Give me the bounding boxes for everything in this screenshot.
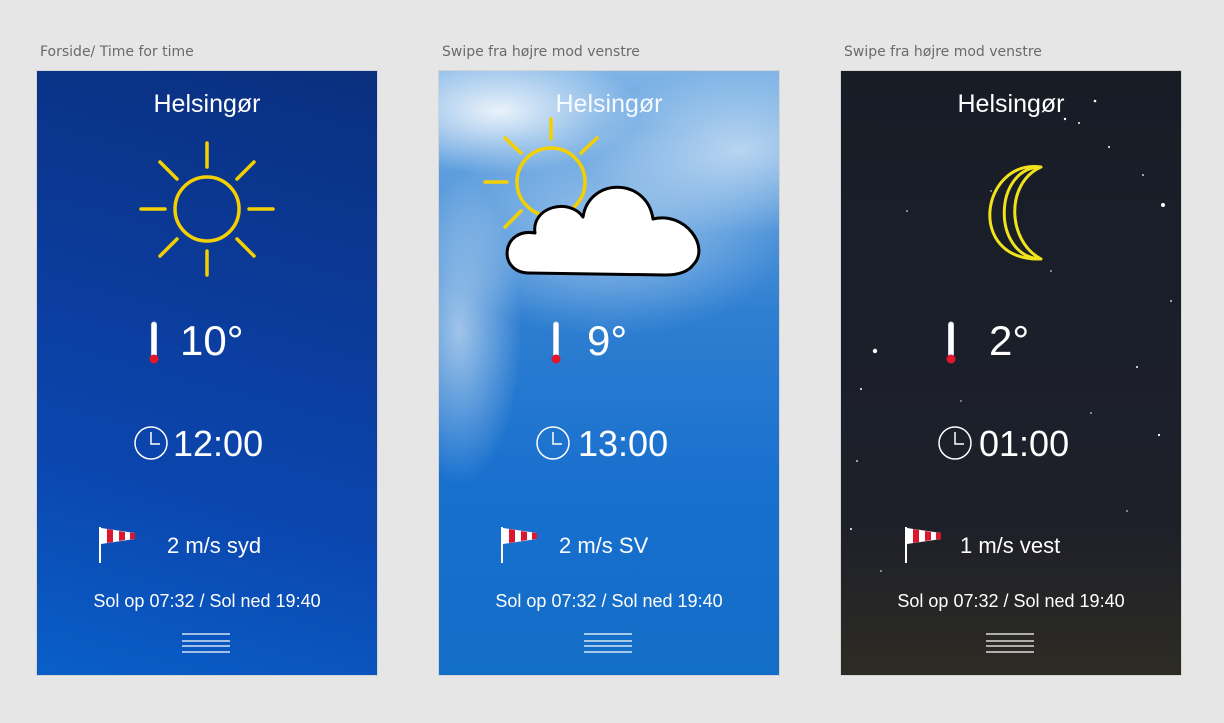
windsock-icon — [99, 527, 135, 563]
wind-value: 2 m/s SV — [559, 533, 649, 558]
sun-icon — [139, 141, 275, 277]
temperature-value: 9° — [587, 317, 628, 364]
time-row: 13:00 — [439, 421, 779, 469]
temperature-value: 10° — [180, 317, 244, 364]
temperature-row: 2° — [841, 317, 1181, 369]
clock-icon — [134, 426, 168, 460]
city-name: Helsingør — [957, 90, 1065, 118]
artboard-label-swipe-2: Swipe fra højre mod venstre — [844, 44, 1042, 60]
time-row: 01:00 — [841, 421, 1181, 469]
city-name: Helsingør — [153, 90, 261, 118]
menu-icon[interactable] — [583, 632, 633, 654]
temperature-row: 10° — [37, 317, 377, 369]
weather-screen-cloudy[interactable]: Helsingør 9° 13:00 2 m/s SV Sol op 07:32… — [439, 71, 779, 675]
moon-icon — [988, 165, 1043, 261]
time-row: 12:00 — [37, 421, 377, 469]
wind-row: 1 m/s vest — [841, 523, 1181, 567]
time-value: 13:00 — [578, 423, 669, 464]
sunrise-sunset: Sol op 07:32 / Sol ned 19:40 — [495, 591, 723, 611]
windsock-icon — [905, 527, 941, 563]
weather-screen-night[interactable]: Helsingør 2° 01:00 1 m/s vest Sol op 07:… — [841, 71, 1181, 675]
clock-icon — [536, 426, 570, 460]
wind-value: 2 m/s syd — [167, 533, 262, 558]
sunrise-sunset: Sol op 07:32 / Sol ned 19:40 — [897, 591, 1125, 611]
time-value: 12:00 — [173, 423, 264, 464]
temperature-row: 9° — [439, 317, 779, 369]
menu-icon[interactable] — [181, 632, 231, 654]
menu-icon[interactable] — [985, 632, 1035, 654]
thermometer-icon — [946, 321, 956, 364]
temperature-value: 2° — [989, 317, 1030, 364]
wind-row: 2 m/s SV — [439, 523, 779, 567]
windsock-icon — [501, 527, 537, 563]
sunrise-sunset: Sol op 07:32 / Sol ned 19:40 — [93, 591, 321, 611]
artboard-label-forside: Forside/ Time for time — [40, 44, 194, 60]
weather-screen-day[interactable]: Helsingør 10° 12:00 2 m/s syd Sol op 07:… — [37, 71, 377, 675]
thermometer-icon — [551, 321, 561, 364]
clock-icon — [938, 426, 972, 460]
time-value: 01:00 — [979, 423, 1070, 464]
artboard-label-swipe-1: Swipe fra højre mod venstre — [442, 44, 640, 60]
wind-value: 1 m/s vest — [960, 533, 1061, 558]
thermometer-icon — [149, 321, 159, 364]
wind-row: 2 m/s syd — [37, 523, 377, 567]
partly-cloudy-icon — [483, 117, 701, 277]
